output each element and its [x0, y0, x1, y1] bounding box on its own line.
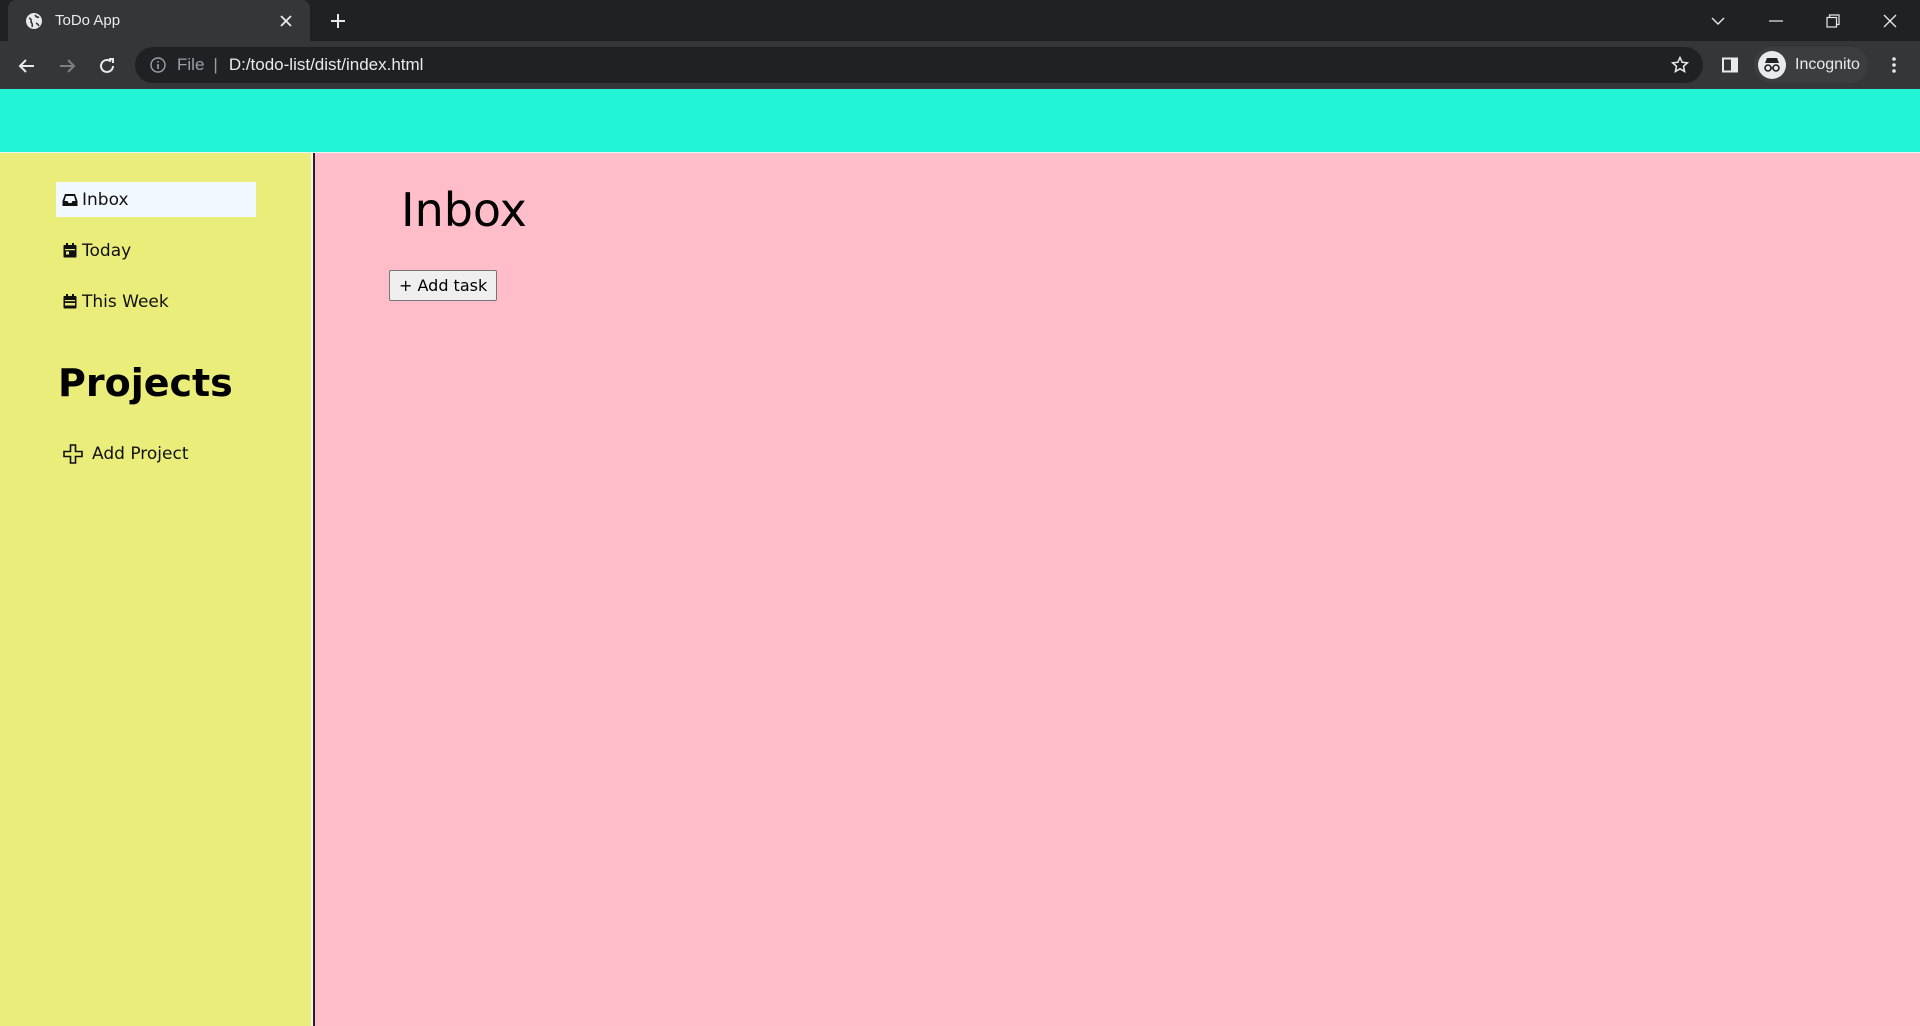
sidebar-item-label: Inbox [82, 189, 129, 210]
sidebar: Inbox Today This Week Projects Add Proje… [0, 153, 313, 1026]
restore-icon[interactable] [1805, 0, 1861, 41]
info-icon[interactable] [149, 56, 167, 74]
profile-label: Incognito [1795, 56, 1860, 73]
incognito-profile-button[interactable]: Incognito [1754, 47, 1868, 83]
tab-strip: ToDo App [0, 0, 1920, 41]
browser-tab[interactable]: ToDo App [8, 0, 310, 41]
calendar-day-icon [62, 243, 78, 259]
more-options-icon[interactable] [1880, 51, 1908, 79]
add-project-button[interactable]: Add Project [62, 443, 188, 465]
add-project-label: Add Project [92, 444, 189, 464]
incognito-icon [1758, 51, 1786, 79]
reload-icon[interactable] [92, 51, 122, 81]
plus-icon [62, 443, 84, 465]
close-window-icon[interactable] [1862, 0, 1918, 41]
side-panel-icon[interactable] [1716, 51, 1744, 79]
address-bar[interactable]: File | D:/todo-list/dist/index.html [135, 47, 1703, 83]
sidebar-item-inbox[interactable]: Inbox [56, 182, 256, 217]
close-tab-icon[interactable] [274, 9, 298, 33]
page-title: Inbox [401, 183, 527, 237]
back-icon[interactable] [12, 51, 42, 81]
minimize-icon[interactable] [1748, 0, 1804, 41]
globe-icon [25, 12, 43, 30]
app-header [0, 89, 1920, 153]
tab-title: ToDo App [55, 12, 121, 29]
new-tab-button[interactable] [325, 8, 351, 34]
add-task-button[interactable]: + Add task [389, 270, 498, 301]
sidebar-item-label: Today [82, 240, 132, 261]
forward-icon[interactable] [52, 51, 82, 81]
sidebar-item-this-week[interactable]: This Week [56, 284, 256, 319]
sidebar-item-today[interactable]: Today [56, 233, 256, 268]
sidebar-item-label: This Week [82, 291, 169, 312]
address-separator: | [213, 55, 218, 74]
inbox-icon [62, 192, 78, 208]
address-url: D:/todo-list/dist/index.html [228, 55, 424, 74]
projects-heading: Projects [58, 361, 233, 405]
page-viewport: Inbox Today This Week Projects Add Proje… [0, 89, 1920, 1026]
address-scheme: File [177, 55, 205, 74]
bookmark-star-icon[interactable] [1669, 54, 1691, 76]
main-content: Inbox + Add task [315, 153, 1920, 1026]
tab-search-icon[interactable] [1690, 0, 1746, 41]
calendar-week-icon [62, 294, 78, 310]
browser-toolbar: File | D:/todo-list/dist/index.html Inco… [0, 41, 1920, 89]
